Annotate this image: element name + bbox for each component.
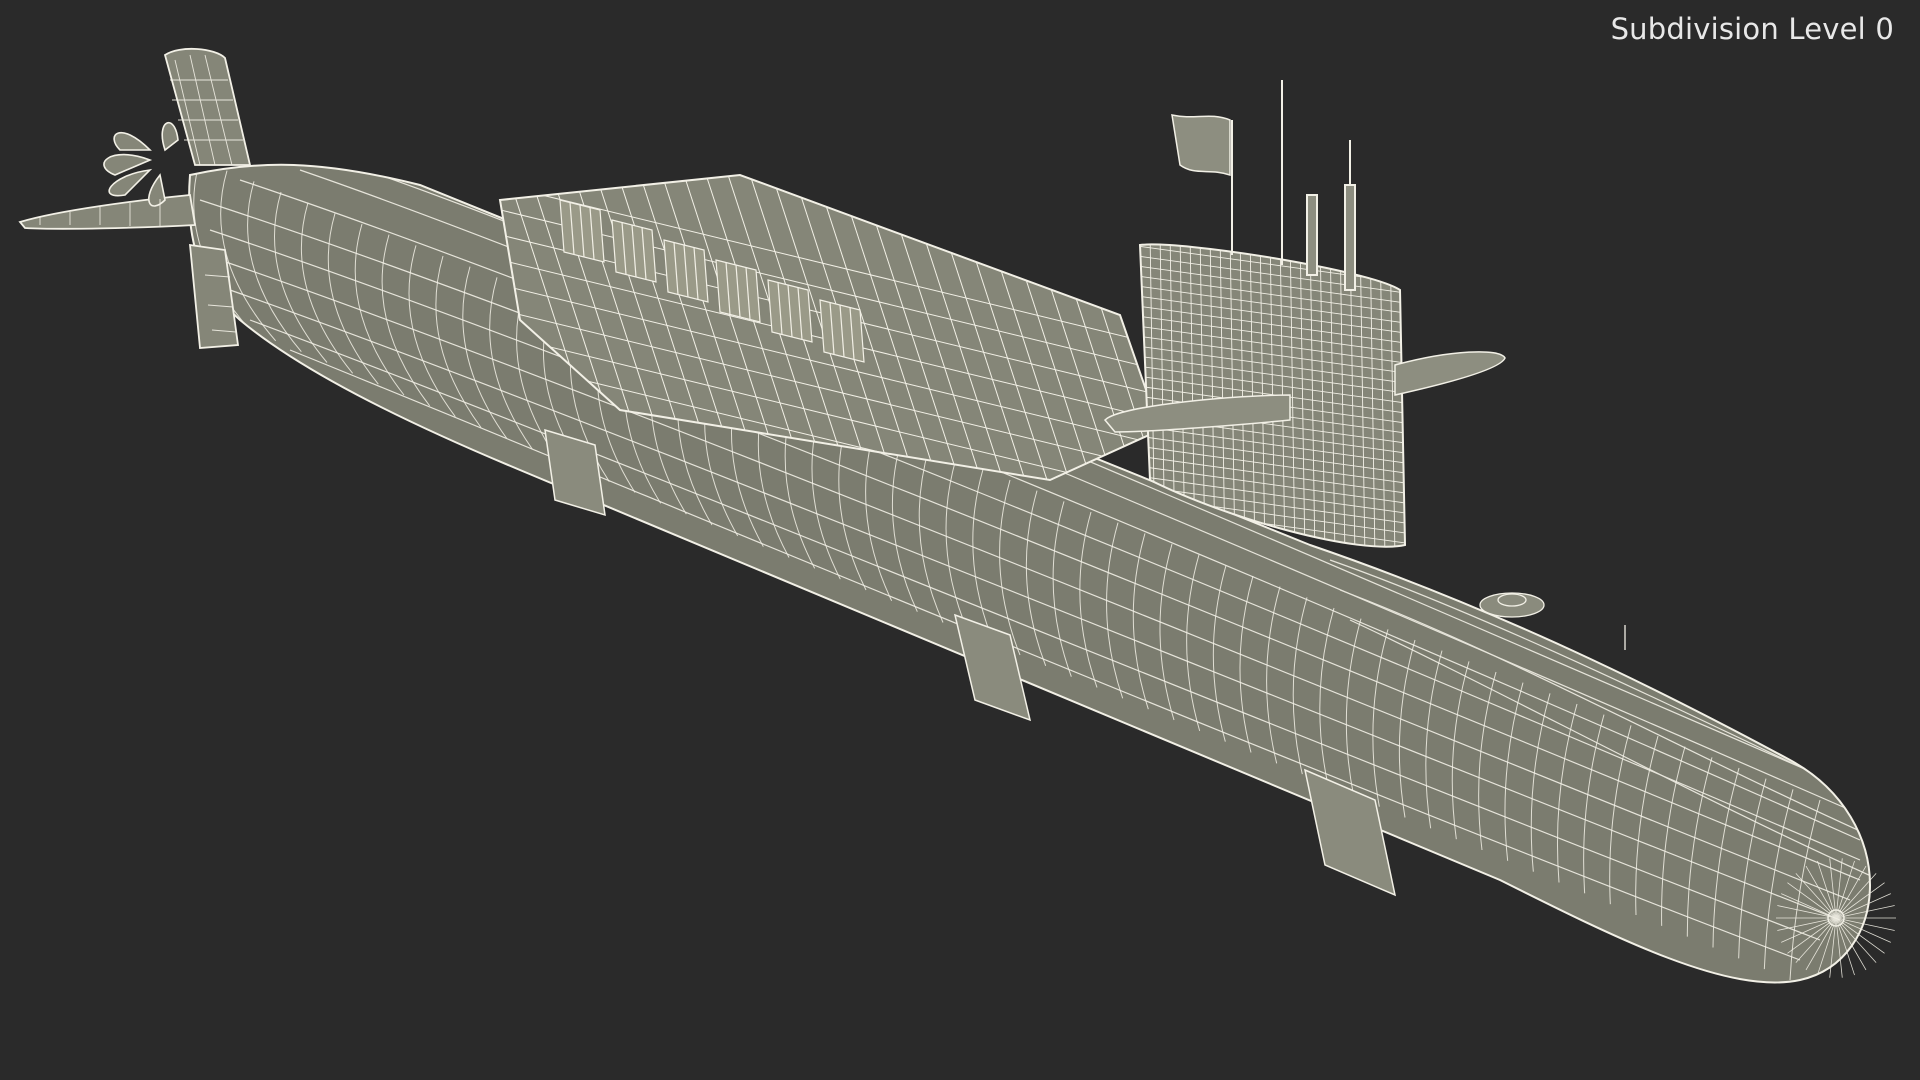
hull [188, 163, 1896, 984]
stern-plane [18, 194, 197, 230]
submarine-wireframe-model [18, 47, 1896, 984]
propeller [103, 121, 179, 207]
sail-plane-right [1394, 351, 1506, 396]
subdivision-level-label: Subdivision Level 0 [1610, 12, 1894, 46]
3d-viewport[interactable]: Subdivision Level 0 [0, 0, 1920, 1080]
flag [1171, 114, 1231, 177]
